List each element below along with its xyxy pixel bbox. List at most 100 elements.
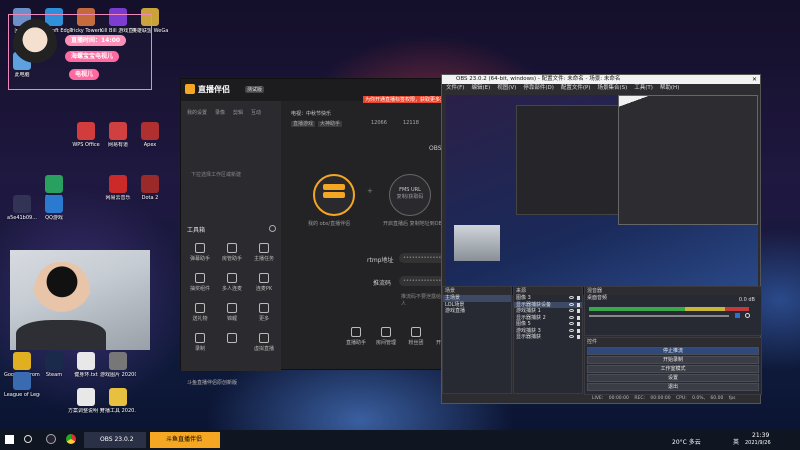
lock-icon[interactable] bbox=[577, 302, 580, 307]
obs-close-icon[interactable]: ✕ bbox=[752, 76, 757, 83]
scenes-header: 场景 bbox=[443, 287, 511, 295]
obs-control-button[interactable]: 退出 bbox=[587, 383, 759, 391]
bottom-action[interactable]: 房间管理 bbox=[371, 327, 401, 346]
circle2-sub: 复制/获取码 bbox=[396, 194, 424, 200]
tag-row: 直播游戏 大神助手 bbox=[291, 120, 345, 127]
lock-icon[interactable] bbox=[577, 315, 580, 320]
taskbar-app-live[interactable]: 斗鱼直播伴侣 bbox=[150, 432, 220, 448]
live-tab[interactable]: 剪辑 bbox=[233, 110, 243, 116]
volume-slider[interactable] bbox=[589, 315, 729, 317]
app-icon bbox=[45, 175, 63, 193]
tool-icon bbox=[227, 333, 237, 343]
obs-control-button[interactable]: 设置 bbox=[587, 374, 759, 382]
obs-mode-circle[interactable] bbox=[313, 174, 355, 216]
desktop-icon[interactable]: League of Legends bbox=[4, 372, 40, 398]
tool-item[interactable]: 抽奖组件 bbox=[185, 273, 215, 292]
tool-item[interactable] bbox=[217, 333, 247, 345]
tag-chip[interactable]: 大神助手 bbox=[318, 121, 343, 127]
speaker-icon[interactable] bbox=[735, 313, 740, 318]
tool-item[interactable]: 虚拟直播 bbox=[249, 333, 279, 352]
start-button[interactable] bbox=[5, 435, 14, 444]
tool-label: 送礼物 bbox=[192, 316, 208, 322]
obs-preview[interactable] bbox=[446, 95, 758, 295]
desktop-icon[interactable]: 网易云音乐 bbox=[100, 175, 136, 201]
desktop-icon[interactable]: 健身环.txt bbox=[68, 352, 104, 378]
scene-item[interactable]: 游戏直播 bbox=[443, 308, 511, 315]
live-tab[interactable]: 录像 bbox=[215, 110, 225, 116]
visibility-eye-icon[interactable] bbox=[569, 315, 574, 319]
clock-time[interactable]: 21:39 bbox=[752, 432, 769, 439]
steam-task-icon[interactable] bbox=[46, 434, 56, 444]
ime-indicator[interactable]: 英 bbox=[733, 437, 739, 446]
bottom-action[interactable]: 直播助手 bbox=[341, 327, 371, 346]
lock-icon[interactable] bbox=[577, 335, 580, 339]
visibility-eye-icon[interactable] bbox=[569, 302, 574, 306]
obs-menu-item[interactable]: 帮助(H) bbox=[660, 85, 679, 91]
tool-item[interactable]: 主播任务 bbox=[249, 243, 279, 262]
scenes-dock: 场景 主场景 LOL场景 游戏直播 bbox=[442, 286, 512, 394]
tool-item[interactable]: 更多 bbox=[249, 303, 279, 322]
obs-menubar: 文件(F) 编辑(E) 视图(V) 停靠部件(D) 配置文件(P) 场景集合(S) 工具(T… bbox=[442, 84, 760, 93]
gear-icon[interactable] bbox=[745, 313, 750, 318]
desktop-icon-label: League of Legends bbox=[4, 392, 40, 398]
bottom-action[interactable]: 粉丝团 bbox=[401, 327, 431, 346]
obs-window: OBS 23.0.2 (64-bit, windows) - 配置文件: 未命名… bbox=[441, 74, 762, 404]
desktop-icon[interactable]: Steam bbox=[36, 352, 72, 378]
source-label: 显示器捕获 bbox=[516, 334, 542, 340]
visibility-eye-icon[interactable] bbox=[569, 309, 574, 312]
visibility-eye-icon[interactable] bbox=[569, 296, 574, 299]
tool-item[interactable]: 送礼物 bbox=[185, 303, 215, 322]
tool-item[interactable]: 房管助手 bbox=[217, 243, 247, 262]
visibility-eye-icon[interactable] bbox=[569, 328, 574, 332]
desktop-icon-label: 网易有道 bbox=[107, 142, 128, 148]
tool-item[interactable]: 连麦PK bbox=[249, 273, 279, 292]
chrome-task-icon[interactable] bbox=[66, 434, 76, 444]
tag-chip[interactable]: 直播游戏 bbox=[291, 121, 316, 127]
obs-control-button[interactable]: 工作室模式 bbox=[587, 365, 759, 373]
desktop-icon[interactable]: 游戏图片 2020061... bbox=[100, 352, 136, 378]
live-footer[interactable]: 斗鱼直播伴侣原创新版 bbox=[187, 379, 237, 386]
lock-icon[interactable] bbox=[577, 322, 580, 326]
lock-icon[interactable] bbox=[577, 296, 580, 300]
obs-menu-item[interactable]: 停靠部件(D) bbox=[523, 85, 554, 91]
tool-item[interactable]: 弹幕助手 bbox=[185, 243, 215, 262]
tool-icon bbox=[195, 273, 205, 283]
tool-item[interactable]: 录制 bbox=[185, 333, 215, 352]
visibility-eye-icon[interactable] bbox=[569, 335, 574, 338]
live-tab[interactable]: 互动 bbox=[251, 110, 261, 116]
fms-circle[interactable]: FMS URL 复制/获取码 bbox=[389, 174, 431, 216]
desktop-icon[interactable]: QQ游戏 bbox=[36, 195, 72, 221]
tool-item[interactable]: 锦鲤 bbox=[217, 303, 247, 322]
nested-webcam bbox=[454, 225, 500, 261]
desktop-icon[interactable]: 方案调整说明 完善.txt bbox=[68, 388, 104, 414]
counter1: 12066 bbox=[371, 120, 387, 126]
obs-menu-item[interactable]: 工具(T) bbox=[634, 85, 653, 91]
lock-icon[interactable] bbox=[577, 328, 580, 333]
obs-menu-item[interactable]: 配置文件(P) bbox=[561, 85, 591, 91]
source-label: 游戏捕获 3 bbox=[516, 327, 541, 334]
tool-item[interactable]: 多人连麦 bbox=[217, 273, 247, 292]
taskbar-app-obs[interactable]: OBS 23.0.2 (64-bit... bbox=[84, 432, 146, 448]
obs-menu-item[interactable]: 文件(F) bbox=[446, 85, 464, 91]
obs-menu-item[interactable]: 视图(V) bbox=[497, 85, 516, 91]
desktop-icon[interactable]: Dota 2 bbox=[132, 175, 168, 201]
search-icon[interactable] bbox=[24, 435, 32, 443]
clock-date[interactable]: 2021/9/26 bbox=[745, 440, 771, 446]
weather[interactable]: 20°C 多云 bbox=[672, 437, 701, 446]
source-item[interactable]: 显示器捕获 bbox=[514, 334, 582, 341]
obs-control-button[interactable]: 停止推流 bbox=[587, 347, 759, 355]
obs-menu-item[interactable]: 编辑(E) bbox=[471, 85, 490, 91]
tool-label: 虚拟直播 bbox=[253, 346, 274, 352]
desktop-icon[interactable]: Apex bbox=[132, 122, 168, 148]
visibility-eye-icon[interactable] bbox=[569, 322, 574, 325]
tool-icon bbox=[227, 273, 237, 283]
obs-menu-item[interactable]: 场景集合(S) bbox=[597, 85, 627, 91]
live-tab[interactable]: 我的设置 bbox=[187, 110, 207, 116]
desktop-icon[interactable]: 网易有道 bbox=[100, 122, 136, 148]
desktop-icon[interactable]: 开播工具 2020... bbox=[100, 388, 136, 414]
obs-control-button[interactable]: 开始录制 bbox=[587, 356, 759, 364]
desktop-icon[interactable]: WPS Office bbox=[68, 122, 104, 148]
toolbox-collapse-icon[interactable] bbox=[269, 225, 276, 232]
desktop-icon[interactable]: a5e41b09... bbox=[4, 195, 40, 221]
lock-icon[interactable] bbox=[577, 309, 580, 313]
